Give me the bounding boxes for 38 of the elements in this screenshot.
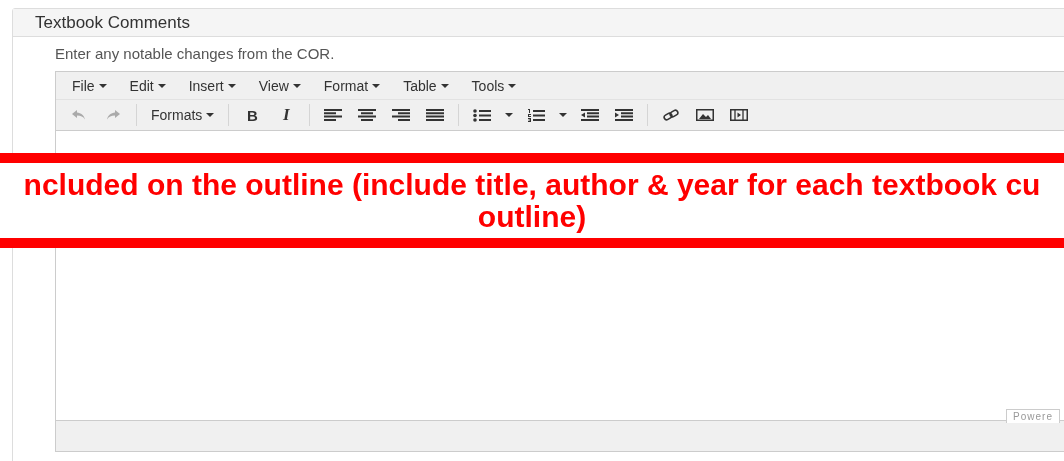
caret-icon — [227, 83, 236, 88]
align-center-icon — [358, 109, 377, 121]
caret-icon — [292, 83, 301, 88]
caret-icon — [206, 113, 215, 117]
formats-dropdown[interactable]: Formats — [143, 103, 223, 127]
menu-item[interactable]: Table — [393, 74, 459, 97]
numbered-list-icon — [527, 108, 546, 122]
caret-icon — [157, 83, 166, 88]
bold-button[interactable]: B — [235, 103, 270, 127]
indent-icon — [615, 109, 634, 121]
italic-button[interactable]: I — [269, 103, 304, 127]
align-left-icon — [324, 109, 343, 121]
menu-item[interactable]: View — [248, 74, 311, 97]
caret-icon — [559, 113, 568, 117]
banner-text: ncluded on the outline (include title, author & year for each textbook cu — [22, 168, 1042, 201]
link-icon — [663, 108, 680, 122]
menu-item[interactable]: Format — [313, 74, 391, 97]
undo-icon — [71, 109, 87, 121]
justify-icon — [426, 109, 445, 121]
caret-icon — [98, 83, 107, 88]
outdent-icon — [581, 109, 600, 121]
caret-icon — [440, 83, 449, 88]
description-text: Enter any notable changes from the COR. — [55, 45, 336, 62]
caret-icon — [505, 113, 514, 117]
menu-item[interactable]: Tools — [461, 74, 527, 97]
redo-icon — [105, 109, 121, 121]
menu-item[interactable]: File — [62, 74, 117, 97]
banner-text: outline) — [477, 200, 588, 233]
film-icon — [730, 109, 749, 121]
panel-title: Textbook Comments — [35, 12, 190, 33]
caret-icon — [372, 83, 381, 88]
menu-item[interactable]: Edit — [119, 74, 176, 97]
branding-label: Powere — [1006, 409, 1060, 423]
caret-icon — [508, 83, 517, 88]
align-right-icon — [392, 109, 411, 121]
menu-item[interactable]: Insert — [178, 74, 246, 97]
image-icon — [696, 109, 715, 121]
bullet-list-icon — [473, 108, 492, 122]
